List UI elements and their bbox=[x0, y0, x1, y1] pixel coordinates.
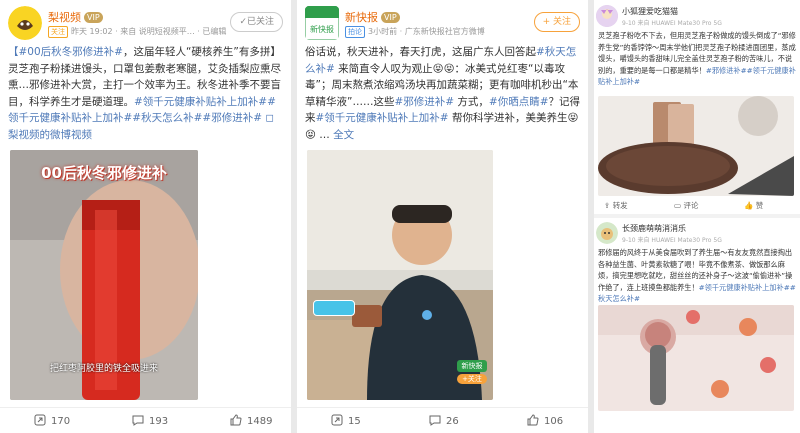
username[interactable]: 长颈鹿萌萌消消乐 bbox=[622, 223, 686, 234]
read-full-link[interactable]: 全文 bbox=[333, 129, 354, 141]
like-button[interactable]: 👍 赞 bbox=[744, 200, 763, 211]
hashtag[interactable]: #邪修进补# bbox=[394, 96, 454, 108]
comment-button[interactable]: 193 bbox=[132, 414, 168, 427]
post-meta: 拍论 3小时前 · 广东新快报社官方微博 bbox=[345, 26, 485, 38]
video-title-overlay: 00后秋冬邪修进补 bbox=[41, 164, 167, 182]
comment-icon bbox=[429, 415, 441, 426]
post-text: 邪修届的风终于从美食届吹到了养生届～有友友竟然直接掏出各种益生菌、叶黄素软糖了喂… bbox=[598, 248, 796, 303]
post-image-gummies[interactable] bbox=[598, 305, 794, 411]
username[interactable]: 小狐狸爱吃猫猫 bbox=[622, 6, 678, 17]
post-video-thumbnail[interactable]: 00后秋冬邪修进补 把红枣阿胶里的铁全吸进来 bbox=[10, 150, 198, 400]
follow-button[interactable]: + 关注 bbox=[533, 12, 580, 32]
avatar[interactable] bbox=[596, 5, 618, 27]
repost-icon bbox=[34, 414, 46, 426]
comment-button[interactable]: ▭ 评论 bbox=[674, 200, 698, 211]
svg-text:新快报: 新快报 bbox=[310, 24, 334, 34]
side-comments-panel: 小狐狸爱吃猫猫 9-10 来自 HUAWEI Mate30 Pro 5G 灵芝孢… bbox=[594, 0, 800, 433]
post-meta: 关注 昨天 19:02 · 来自 说明短视频平… · 已编辑 bbox=[48, 26, 226, 38]
gummy-bears-illustration bbox=[598, 305, 794, 411]
post-header: 新快报 新快报 VIP 拍论 3小时前 · 广东新快报社官方微博 + 关注 bbox=[305, 6, 580, 42]
following-button[interactable]: ✓已关注 bbox=[230, 12, 283, 32]
avatar[interactable] bbox=[8, 6, 42, 40]
post-header: 梨视频 VIP 关注 昨天 19:02 · 来自 说明短视频平… · 已编辑 ✓已关… bbox=[8, 6, 283, 42]
avatar[interactable]: 新快报 bbox=[305, 6, 339, 40]
like-button[interactable]: 106 bbox=[527, 414, 563, 427]
repost-button[interactable]: 170 bbox=[34, 414, 70, 427]
post-image-mantou[interactable] bbox=[598, 96, 794, 196]
source-tag: 拍论 bbox=[345, 26, 365, 38]
side-post-card: 小狐狸爱吃猫猫 9-10 来自 HUAWEI Mate30 Pro 5G 灵芝孢… bbox=[594, 0, 800, 214]
post-actions: 15 26 106 bbox=[297, 407, 588, 433]
text-segment: 方式， bbox=[454, 95, 489, 108]
post-actions: ⇪ 转发 ▭ 评论 👍 赞 bbox=[594, 199, 800, 213]
side-post-card: 长颈鹿萌萌消消乐 9-10 来自 HUAWEI Mate30 Pro 5G 邪修… bbox=[594, 218, 800, 433]
comment-button[interactable]: 26 bbox=[429, 414, 459, 427]
post-card-xinkuaibao: 新快报 新快报 VIP 拍论 3小时前 · 广东新快报社官方微博 + 关注 俗话说，… bbox=[297, 0, 588, 433]
post-meta: 9-10 来自 HUAWEI Mate30 Pro 5G bbox=[622, 20, 722, 27]
post-video-thumbnail[interactable]: 新快报 +关注 bbox=[307, 150, 493, 400]
hashtag[interactable]: #你晒点睛# bbox=[489, 96, 549, 108]
video-subtitle: 把红枣阿胶里的铁全吸进来 bbox=[49, 364, 158, 374]
repost-icon bbox=[331, 414, 343, 426]
username[interactable]: 梨视频 VIP bbox=[48, 9, 103, 25]
post-actions: 170 193 1489 bbox=[0, 407, 291, 433]
avatar[interactable] bbox=[596, 222, 618, 244]
reishi-mantou-illustration bbox=[598, 96, 794, 196]
text-segment: 俗话说，秋天进补，春天打虎，这届广东人回答起 bbox=[305, 46, 536, 58]
post-text: 灵芝孢子粉吃不下去，但用灵芝孢子粉做成的馒头倒成了“邪修养生党”的香饽饽～周末学… bbox=[598, 31, 796, 86]
comment-icon bbox=[132, 415, 144, 426]
video-watermark: 新快报 +关注 bbox=[457, 360, 487, 384]
comment-icon: ▭ bbox=[674, 201, 682, 210]
hashtag[interactable]: 【#00后秋冬邪修进补# bbox=[8, 46, 123, 58]
hashtag[interactable]: #领千元健康补贴补上加补# bbox=[316, 112, 449, 124]
sticker-decoration bbox=[313, 300, 355, 316]
repost-button[interactable]: ⇪ 转发 bbox=[604, 200, 628, 211]
repost-icon: ⇪ bbox=[604, 201, 611, 210]
vip-badge: VIP bbox=[84, 12, 103, 23]
follow-tag: 关注 bbox=[48, 26, 68, 38]
username[interactable]: 新快报 VIP bbox=[345, 9, 400, 25]
like-button[interactable]: 1489 bbox=[230, 414, 272, 427]
vip-badge: VIP bbox=[381, 12, 400, 23]
post-text: 【#00后秋冬邪修进补#，这届年轻人“硬核养生”有多拼】灵芝孢子粉揉进馒头，口罩… bbox=[8, 44, 283, 143]
post-meta: 9-10 来自 HUAWEI Mate30 Pro 5G bbox=[622, 237, 722, 244]
post-card-lishipin: 梨视频 VIP 关注 昨天 19:02 · 来自 说明短视频平… · 已编辑 ✓已关… bbox=[0, 0, 291, 433]
repost-button[interactable]: 15 bbox=[331, 414, 361, 427]
thumbs-up-icon: 👍 bbox=[744, 201, 754, 210]
thumbs-up-icon bbox=[230, 414, 242, 426]
post-text: 俗话说，秋天进补，春天打虎，这届广东人回答起#秋天怎么补# 来简直令人叹为观止😝… bbox=[305, 44, 580, 143]
thumbs-up-icon bbox=[527, 414, 539, 426]
